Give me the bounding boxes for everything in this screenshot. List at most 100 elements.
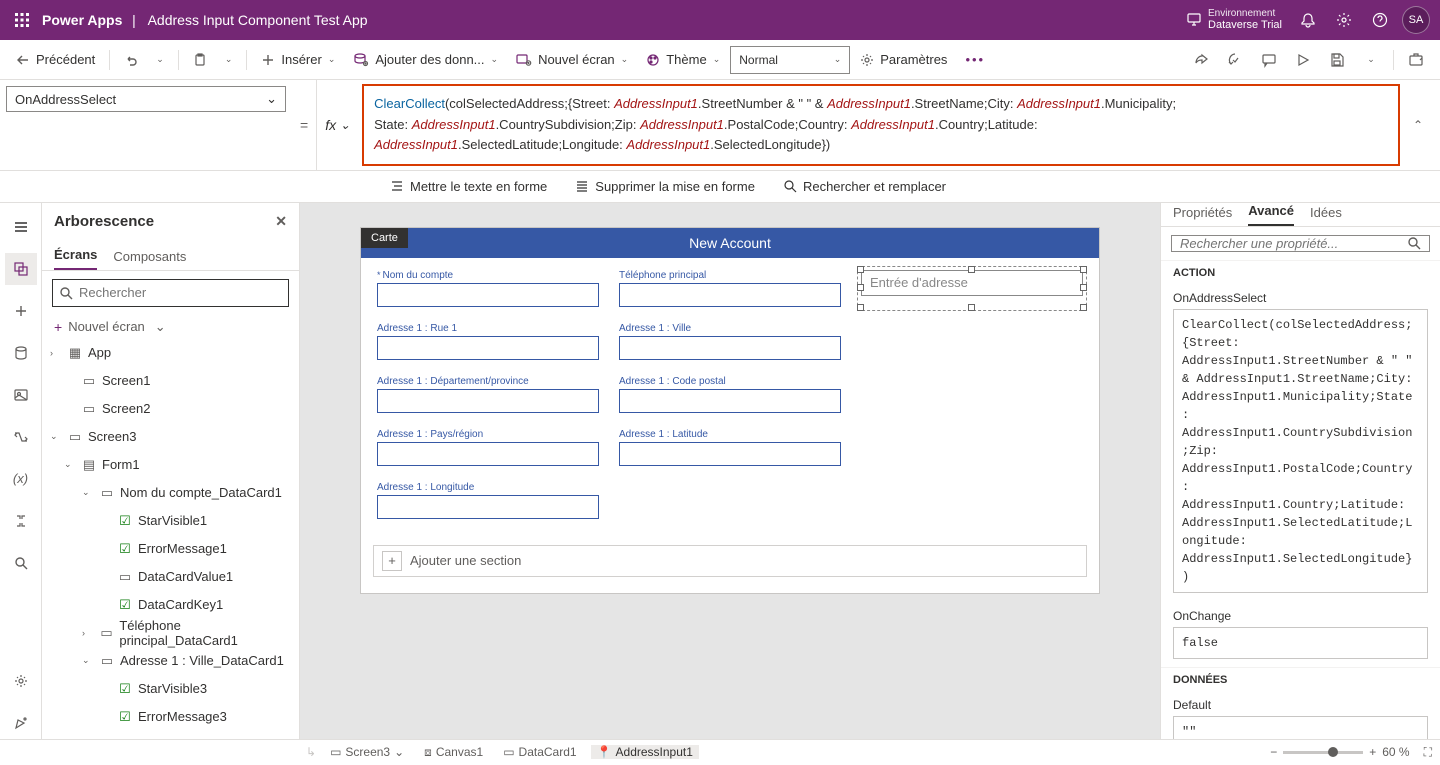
- new-screen-button[interactable]: Nouvel écran⌄: [508, 44, 636, 76]
- comments-icon[interactable]: [1253, 44, 1285, 76]
- tree-item-form1[interactable]: ⌄▤Form1: [42, 451, 299, 479]
- tree-item-errormessage3[interactable]: ☑ErrorMessage3: [42, 703, 299, 731]
- save-icon[interactable]: [1321, 44, 1353, 76]
- tab-components[interactable]: Composants: [113, 249, 186, 270]
- tree-close-icon[interactable]: ✕: [275, 213, 287, 230]
- crumb-canvas1[interactable]: ⧈Canvas1: [418, 745, 489, 760]
- rail-copilot-icon[interactable]: [5, 707, 37, 739]
- more-button[interactable]: •••: [957, 44, 993, 76]
- rail-media-icon[interactable]: [5, 379, 37, 411]
- tree-item-datacardkey1[interactable]: ☑DataCardKey1: [42, 591, 299, 619]
- resize-handle[interactable]: [857, 304, 864, 311]
- input-rue[interactable]: [377, 336, 599, 360]
- input-lat[interactable]: [619, 442, 841, 466]
- formula-input[interactable]: ClearCollect(colSelectedAddress;{Street:…: [362, 84, 1400, 166]
- crumb-datacard1[interactable]: ▭DataCard1: [497, 745, 582, 759]
- rail-search-icon[interactable]: [5, 547, 37, 579]
- tab-ideas[interactable]: Idées: [1310, 205, 1342, 226]
- tree-item-datacardvalue1[interactable]: ▭DataCardValue1: [42, 563, 299, 591]
- tree-item-screen2[interactable]: ▭Screen2: [42, 395, 299, 423]
- input-nom[interactable]: [377, 283, 599, 307]
- tree-item-tel-datacard[interactable]: ›▭Téléphone principal_DataCard1: [42, 619, 299, 647]
- tree-item-starvisible3[interactable]: ☑StarVisible3: [42, 675, 299, 703]
- tree-item-screen3[interactable]: ⌄▭Screen3: [42, 423, 299, 451]
- remove-format-button[interactable]: Supprimer la mise en forme: [575, 179, 755, 194]
- undo-button[interactable]: [116, 44, 146, 76]
- tree-item-screen1[interactable]: ▭Screen1: [42, 367, 299, 395]
- zoom-out-icon[interactable]: −: [1270, 745, 1277, 759]
- settings-button[interactable]: Paramètres: [852, 44, 955, 76]
- rail-hamburger-icon[interactable]: [5, 211, 37, 243]
- rail-add-icon[interactable]: [5, 295, 37, 327]
- input-dept[interactable]: [377, 389, 599, 413]
- waffle-icon[interactable]: [6, 4, 38, 36]
- publish-icon[interactable]: [1400, 44, 1432, 76]
- new-screen-button[interactable]: +Nouvel écran⌄: [42, 315, 299, 339]
- resize-handle[interactable]: [1080, 284, 1087, 291]
- prop-onchange-value[interactable]: false: [1173, 627, 1428, 659]
- share-icon[interactable]: [1185, 44, 1217, 76]
- zoom-slider[interactable]: [1283, 751, 1363, 754]
- resize-handle[interactable]: [857, 266, 864, 273]
- tab-screens[interactable]: Écrans: [54, 247, 97, 270]
- resize-handle[interactable]: [968, 266, 975, 273]
- tree-item-ville-datacard[interactable]: ⌄▭Adresse 1 : Ville_DataCard1: [42, 647, 299, 675]
- address-input[interactable]: Entrée d'adresse: [861, 270, 1083, 307]
- rail-tree-icon[interactable]: [5, 253, 37, 285]
- canvas[interactable]: Carte New Account Nom du compte Téléphon…: [360, 227, 1100, 594]
- property-select[interactable]: OnAddressSelect⌄: [6, 86, 286, 112]
- tree-search[interactable]: [52, 279, 289, 307]
- add-data-button[interactable]: Ajouter des donn...⌄: [345, 44, 506, 76]
- input-pays[interactable]: [377, 442, 599, 466]
- rail-flows-icon[interactable]: [5, 421, 37, 453]
- tree-item-errormessage1[interactable]: ☑ErrorMessage1: [42, 535, 299, 563]
- check-icon[interactable]: [1219, 44, 1251, 76]
- crumb-screen3[interactable]: ▭Screen3⌄: [324, 745, 410, 759]
- tree-item-app[interactable]: ›▦App: [42, 339, 299, 367]
- fit-icon[interactable]: ⛶: [1424, 745, 1432, 760]
- tree-item-starvisible1[interactable]: ☑StarVisible1: [42, 507, 299, 535]
- tree-item-datacardvalue3[interactable]: ▭DataCardValue3: [42, 731, 299, 739]
- rail-data-icon[interactable]: [5, 337, 37, 369]
- input-cp[interactable]: [619, 389, 841, 413]
- tree-search-input[interactable]: [79, 285, 282, 300]
- avatar[interactable]: SA: [1402, 6, 1430, 34]
- settings-icon[interactable]: [1326, 0, 1362, 40]
- back-button[interactable]: Précédent: [8, 44, 103, 76]
- resize-handle[interactable]: [857, 284, 864, 291]
- prop-onaddressselect-value[interactable]: ClearCollect(colSelectedAddress;{Street:…: [1173, 309, 1428, 593]
- help-icon[interactable]: [1362, 0, 1398, 40]
- crumb-addressinput1[interactable]: 📍AddressInput1: [591, 745, 699, 759]
- resize-handle[interactable]: [1080, 304, 1087, 311]
- format-select[interactable]: Normal⌄: [730, 46, 850, 74]
- tree-item-nom-datacard[interactable]: ⌄▭Nom du compte_DataCard1: [42, 479, 299, 507]
- environment-picker[interactable]: Environnement Dataverse Trial: [1186, 8, 1282, 31]
- formula-collapse-icon[interactable]: ⌃: [1408, 115, 1428, 135]
- props-search-input[interactable]: [1180, 236, 1401, 251]
- rail-variables-icon[interactable]: (x): [5, 463, 37, 495]
- rail-settings-icon[interactable]: [5, 665, 37, 697]
- undo-dropdown[interactable]: ⌄: [148, 44, 172, 76]
- prop-default-value[interactable]: "": [1173, 716, 1428, 739]
- resize-handle[interactable]: [1080, 266, 1087, 273]
- input-ville[interactable]: [619, 336, 841, 360]
- add-section-button[interactable]: + Ajouter une section: [373, 545, 1087, 577]
- resize-handle[interactable]: [968, 304, 975, 311]
- tab-advanced[interactable]: Avancé: [1248, 203, 1294, 226]
- input-tel[interactable]: [619, 283, 841, 307]
- play-icon[interactable]: [1287, 44, 1319, 76]
- tab-properties[interactable]: Propriétés: [1173, 205, 1232, 226]
- input-lon[interactable]: [377, 495, 599, 519]
- theme-button[interactable]: Thème⌄: [638, 44, 728, 76]
- paste-button[interactable]: [185, 44, 215, 76]
- format-text-button[interactable]: Mettre le texte en forme: [390, 179, 547, 194]
- notifications-icon[interactable]: [1290, 0, 1326, 40]
- fx-icon[interactable]: fx⌄: [316, 80, 358, 170]
- rail-tests-icon[interactable]: [5, 505, 37, 537]
- find-replace-button[interactable]: Rechercher et remplacer: [783, 179, 946, 194]
- paste-dropdown[interactable]: ⌄: [217, 44, 241, 76]
- props-search[interactable]: [1171, 235, 1430, 252]
- zoom-controls[interactable]: − + 60 % ⛶: [1270, 745, 1432, 760]
- save-dropdown[interactable]: ⌄: [1355, 44, 1387, 76]
- zoom-in-icon[interactable]: +: [1369, 745, 1376, 759]
